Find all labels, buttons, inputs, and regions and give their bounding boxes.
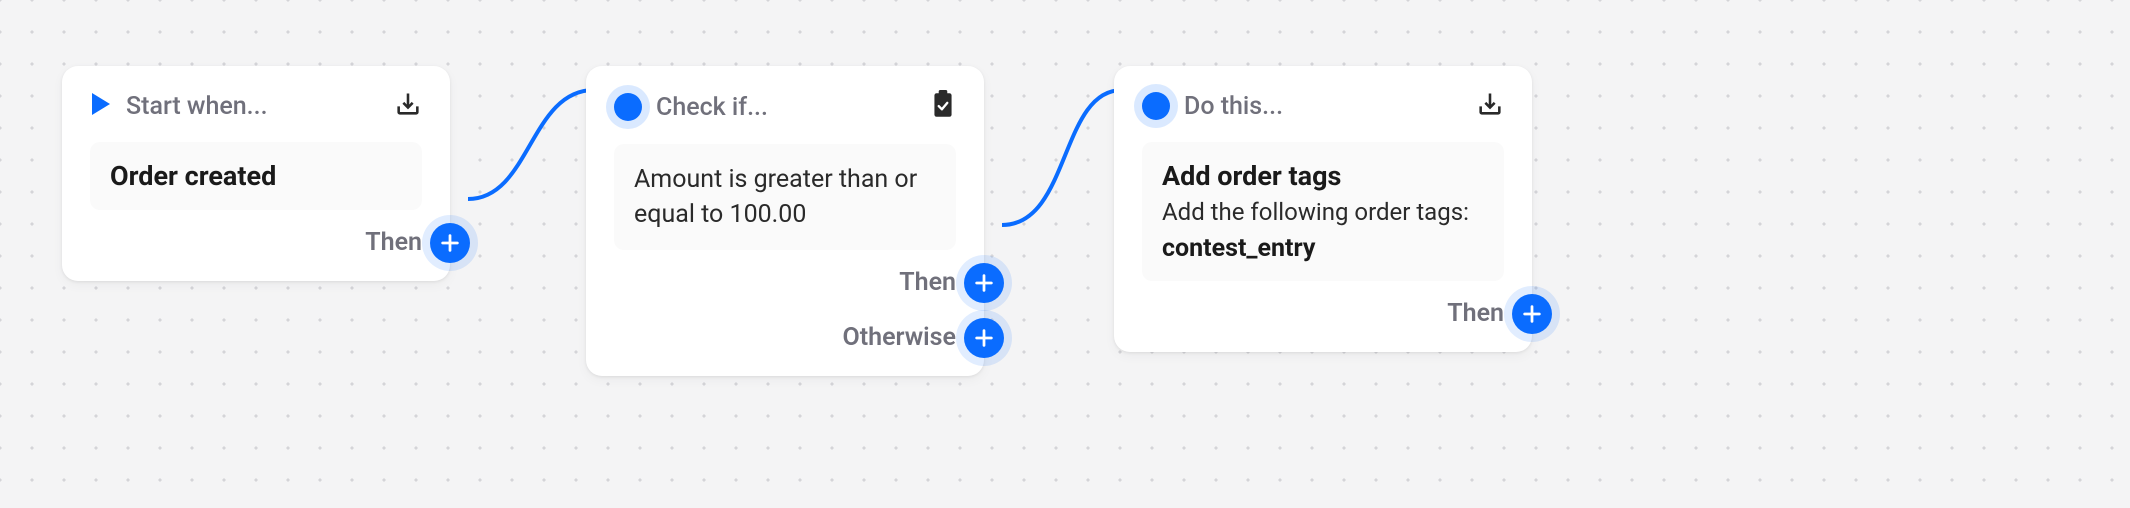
add-step-button[interactable] xyxy=(964,318,1004,358)
workflow-node-trigger[interactable]: Start when... Order created Then xyxy=(62,66,450,281)
port-label: Then xyxy=(365,228,422,257)
play-icon xyxy=(90,91,112,121)
import-icon[interactable] xyxy=(394,90,422,122)
card-header-label: Do this... xyxy=(1184,92,1283,121)
card-header-label: Check if... xyxy=(656,93,768,122)
node-dot-icon xyxy=(1142,92,1170,120)
node-dot-icon xyxy=(614,93,642,121)
add-step-button[interactable] xyxy=(964,263,1004,303)
import-icon[interactable] xyxy=(1476,90,1504,122)
workflow-node-action[interactable]: Do this... Add order tags Add the follow… xyxy=(1114,66,1532,352)
port-label: Then xyxy=(1447,299,1504,328)
action-tag: contest_entry xyxy=(1162,234,1484,263)
add-step-button[interactable] xyxy=(430,223,470,263)
card-content: Order created xyxy=(90,142,422,210)
output-port-then: Then xyxy=(90,228,422,257)
port-label: Then xyxy=(899,268,956,297)
card-content: Add order tags Add the following order t… xyxy=(1142,142,1504,281)
workflow-node-condition[interactable]: Check if... Amount is greater than or eq… xyxy=(586,66,984,376)
card-header: Check if... xyxy=(614,90,956,124)
card-content: Amount is greater than or equal to 100.0… xyxy=(614,144,956,250)
output-port-otherwise: Otherwise xyxy=(614,323,956,352)
add-step-button[interactable] xyxy=(1512,294,1552,334)
trigger-title: Order created xyxy=(110,160,402,192)
output-port-then: Then xyxy=(614,268,956,297)
action-subtitle: Add the following order tags: xyxy=(1162,198,1484,226)
card-header: Start when... xyxy=(90,90,422,122)
clipboard-check-icon[interactable] xyxy=(930,90,956,124)
condition-text: Amount is greater than or equal to 100.0… xyxy=(634,162,936,232)
card-header-label: Start when... xyxy=(126,92,268,121)
card-header: Do this... xyxy=(1142,90,1504,122)
action-title: Add order tags xyxy=(1162,160,1484,192)
port-label: Otherwise xyxy=(842,323,956,352)
output-port-then: Then xyxy=(1142,299,1504,328)
